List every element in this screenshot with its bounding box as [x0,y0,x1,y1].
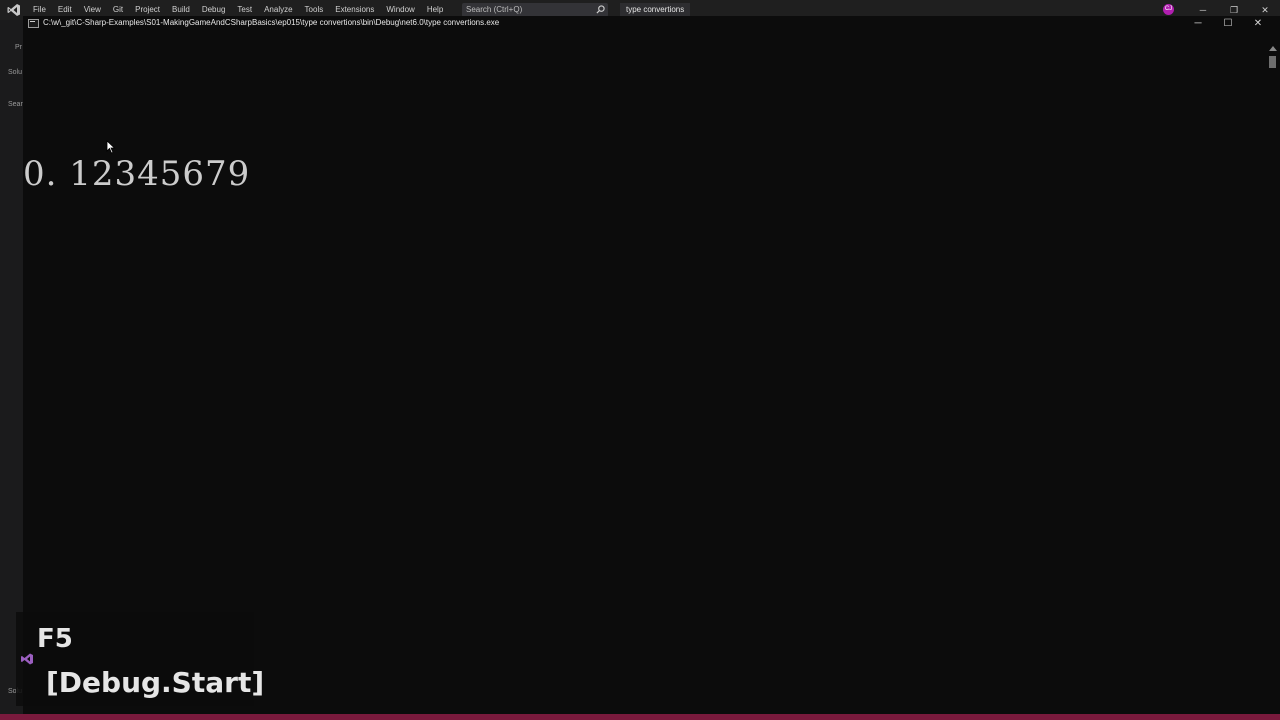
scroll-thumb[interactable] [1269,56,1276,68]
search-icon [596,5,605,14]
mouse-pointer-icon [106,140,116,154]
vs-status-bar [0,714,1280,720]
sidebar-label: Pr [15,44,22,51]
console-close-button[interactable]: ✕ [1243,16,1273,32]
console-scrollbar[interactable] [1266,46,1280,720]
console-titlebar[interactable]: C:\w\_git\C-Sharp-Examples\S01-MakingGam… [23,16,1280,34]
visual-studio-icon [7,4,20,16]
search-placeholder: Search (Ctrl+Q) [466,5,523,14]
console-maximize-button[interactable]: ☐ [1213,16,1243,32]
console-minimize-button[interactable]: ─ [1183,16,1213,32]
console-title: C:\w\_git\C-Sharp-Examples\S01-MakingGam… [43,18,500,27]
visual-studio-icon [21,653,33,665]
search-box[interactable]: Search (Ctrl+Q) [462,3,608,17]
console-app-icon [28,19,39,28]
keystroke-command: [Debug.Start] [46,666,265,699]
solution-name: type convertions [620,3,691,17]
sidebar-label: Sear [8,101,23,108]
sidebar-label: Solu [8,69,23,76]
keystroke-overlay: F5 [Debug.Start] [16,612,264,706]
profile-avatar[interactable]: CJ [1163,4,1174,15]
keystroke-key: F5 [37,624,73,654]
console-output-line: 0. 12345679 [23,154,251,194]
scroll-up-arrow-icon[interactable] [1269,46,1277,51]
